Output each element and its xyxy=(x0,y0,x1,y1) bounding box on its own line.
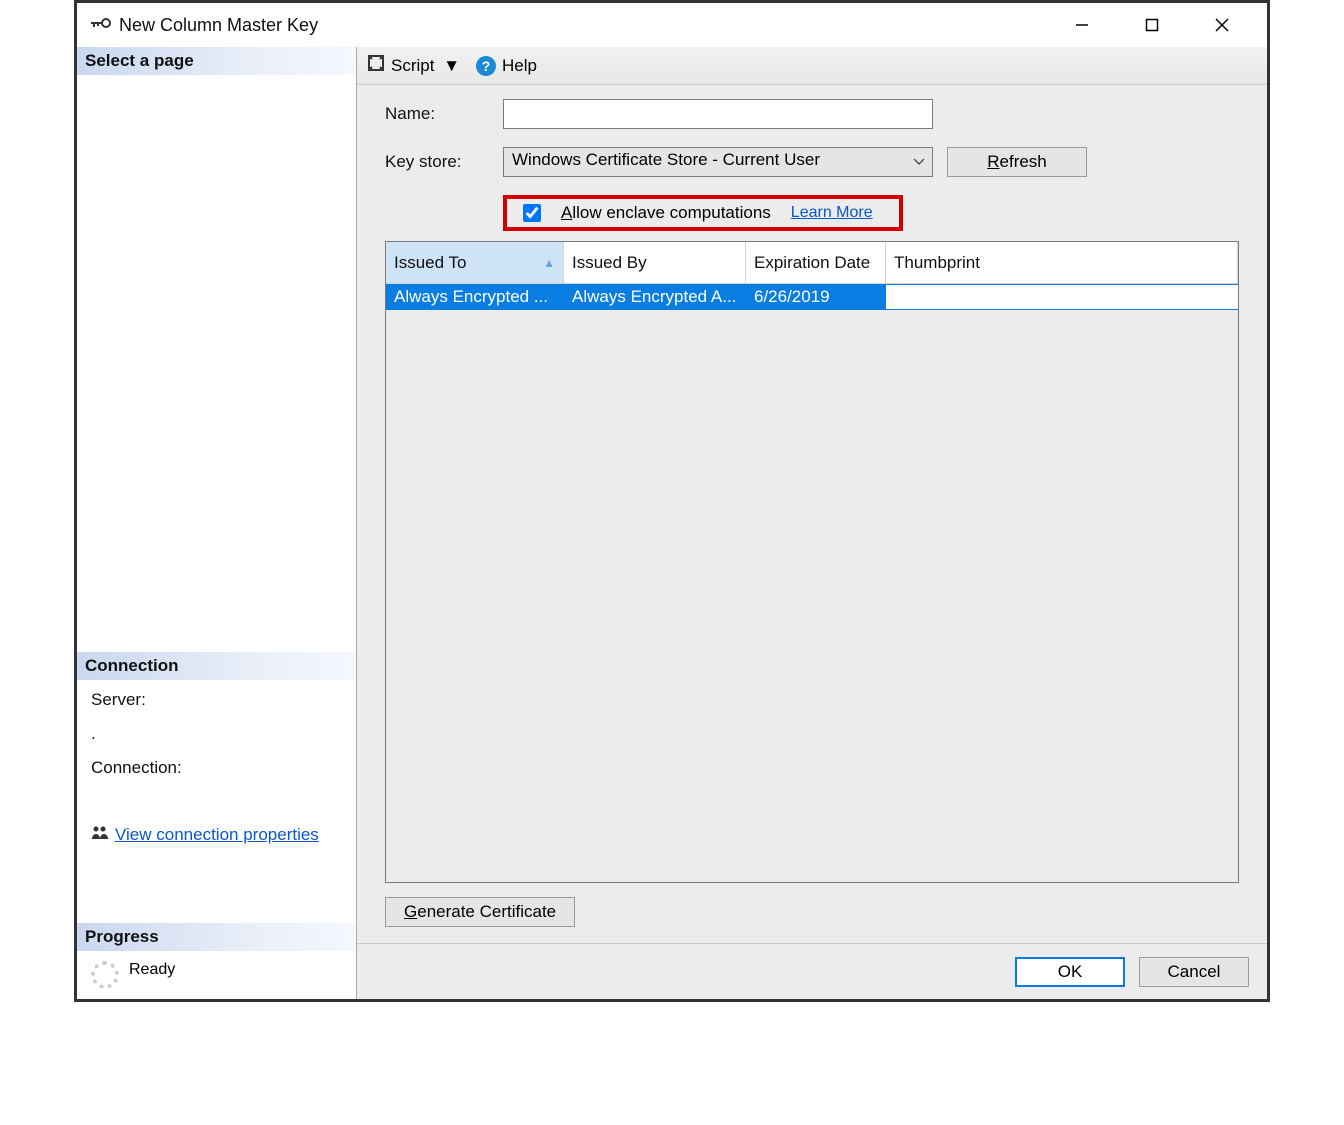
progress-body: Ready xyxy=(77,951,356,999)
toolbar: Script ▼ ? Help xyxy=(357,47,1267,85)
titlebar: New Column Master Key xyxy=(77,3,1267,47)
name-input[interactable] xyxy=(503,99,933,129)
view-connection-properties-label: View connection properties xyxy=(115,825,319,845)
script-label: Script xyxy=(391,56,434,75)
select-page-header: Select a page xyxy=(77,47,356,75)
help-icon: ? xyxy=(476,56,496,76)
connection-info: Server: . Connection: xyxy=(77,680,356,818)
spinner-icon xyxy=(91,961,119,989)
progress-status: Ready xyxy=(129,961,175,979)
cell-thumbprint xyxy=(886,284,1238,310)
minimize-button[interactable] xyxy=(1047,5,1117,45)
close-button[interactable] xyxy=(1187,5,1257,45)
cell-issued-to: Always Encrypted ... xyxy=(386,284,564,310)
allow-enclave-checkbox[interactable] xyxy=(523,204,541,222)
server-label: Server: xyxy=(91,690,342,710)
server-value: . xyxy=(91,724,342,744)
ok-button[interactable]: OK xyxy=(1015,957,1125,987)
script-dropdown[interactable]: Script ▼ xyxy=(391,56,460,76)
maximize-button[interactable] xyxy=(1117,5,1187,45)
key-icon xyxy=(91,16,111,35)
allow-enclave-label: Allow enclave computations xyxy=(561,203,771,223)
keystore-select[interactable]: Windows Certificate Store - Current User xyxy=(503,147,933,177)
col-expiration[interactable]: Expiration Date xyxy=(746,242,886,284)
certificate-grid: Issued To ▲ Issued By Expiration Date Th… xyxy=(385,241,1239,883)
cell-expiration: 6/26/2019 xyxy=(746,284,886,310)
connection-header: Connection xyxy=(77,652,356,680)
refresh-button[interactable]: Refresh xyxy=(947,147,1087,177)
progress-header: Progress xyxy=(77,923,356,951)
connection-label: Connection: xyxy=(91,758,342,778)
keystore-label: Key store: xyxy=(385,152,503,172)
grid-header: Issued To ▲ Issued By Expiration Date Th… xyxy=(386,242,1238,284)
window-title: New Column Master Key xyxy=(119,15,1047,36)
table-row[interactable]: Always Encrypted ... Always Encrypted A.… xyxy=(386,284,1238,310)
col-thumbprint[interactable]: Thumbprint xyxy=(886,242,1238,284)
main-panel: Script ▼ ? Help Name: Key store: Windows xyxy=(357,47,1267,999)
cell-issued-by: Always Encrypted A... xyxy=(564,284,746,310)
cancel-button[interactable]: Cancel xyxy=(1139,957,1249,987)
keystore-value: Windows Certificate Store - Current User xyxy=(503,147,933,177)
learn-more-link[interactable]: Learn More xyxy=(791,204,873,222)
view-connection-properties-link[interactable]: View connection properties xyxy=(77,818,356,863)
generate-certificate-button[interactable]: Generate Certificate xyxy=(385,897,575,927)
chevron-down-icon: ▼ xyxy=(443,56,460,75)
bottom-bar: OK Cancel xyxy=(357,943,1267,999)
enclave-highlight: Allow enclave computations Learn More xyxy=(503,195,903,231)
col-issued-by[interactable]: Issued By xyxy=(564,242,746,284)
dialog-window: New Column Master Key Select a page Conn… xyxy=(74,0,1270,1002)
name-label: Name: xyxy=(385,104,503,124)
help-button[interactable]: Help xyxy=(502,56,537,76)
script-icon xyxy=(367,54,385,77)
col-issued-to[interactable]: Issued To ▲ xyxy=(386,242,564,284)
people-icon xyxy=(91,824,109,845)
page-list xyxy=(77,75,356,652)
sidebar: Select a page Connection Server: . Conne… xyxy=(77,47,357,999)
sort-asc-icon: ▲ xyxy=(543,256,555,270)
